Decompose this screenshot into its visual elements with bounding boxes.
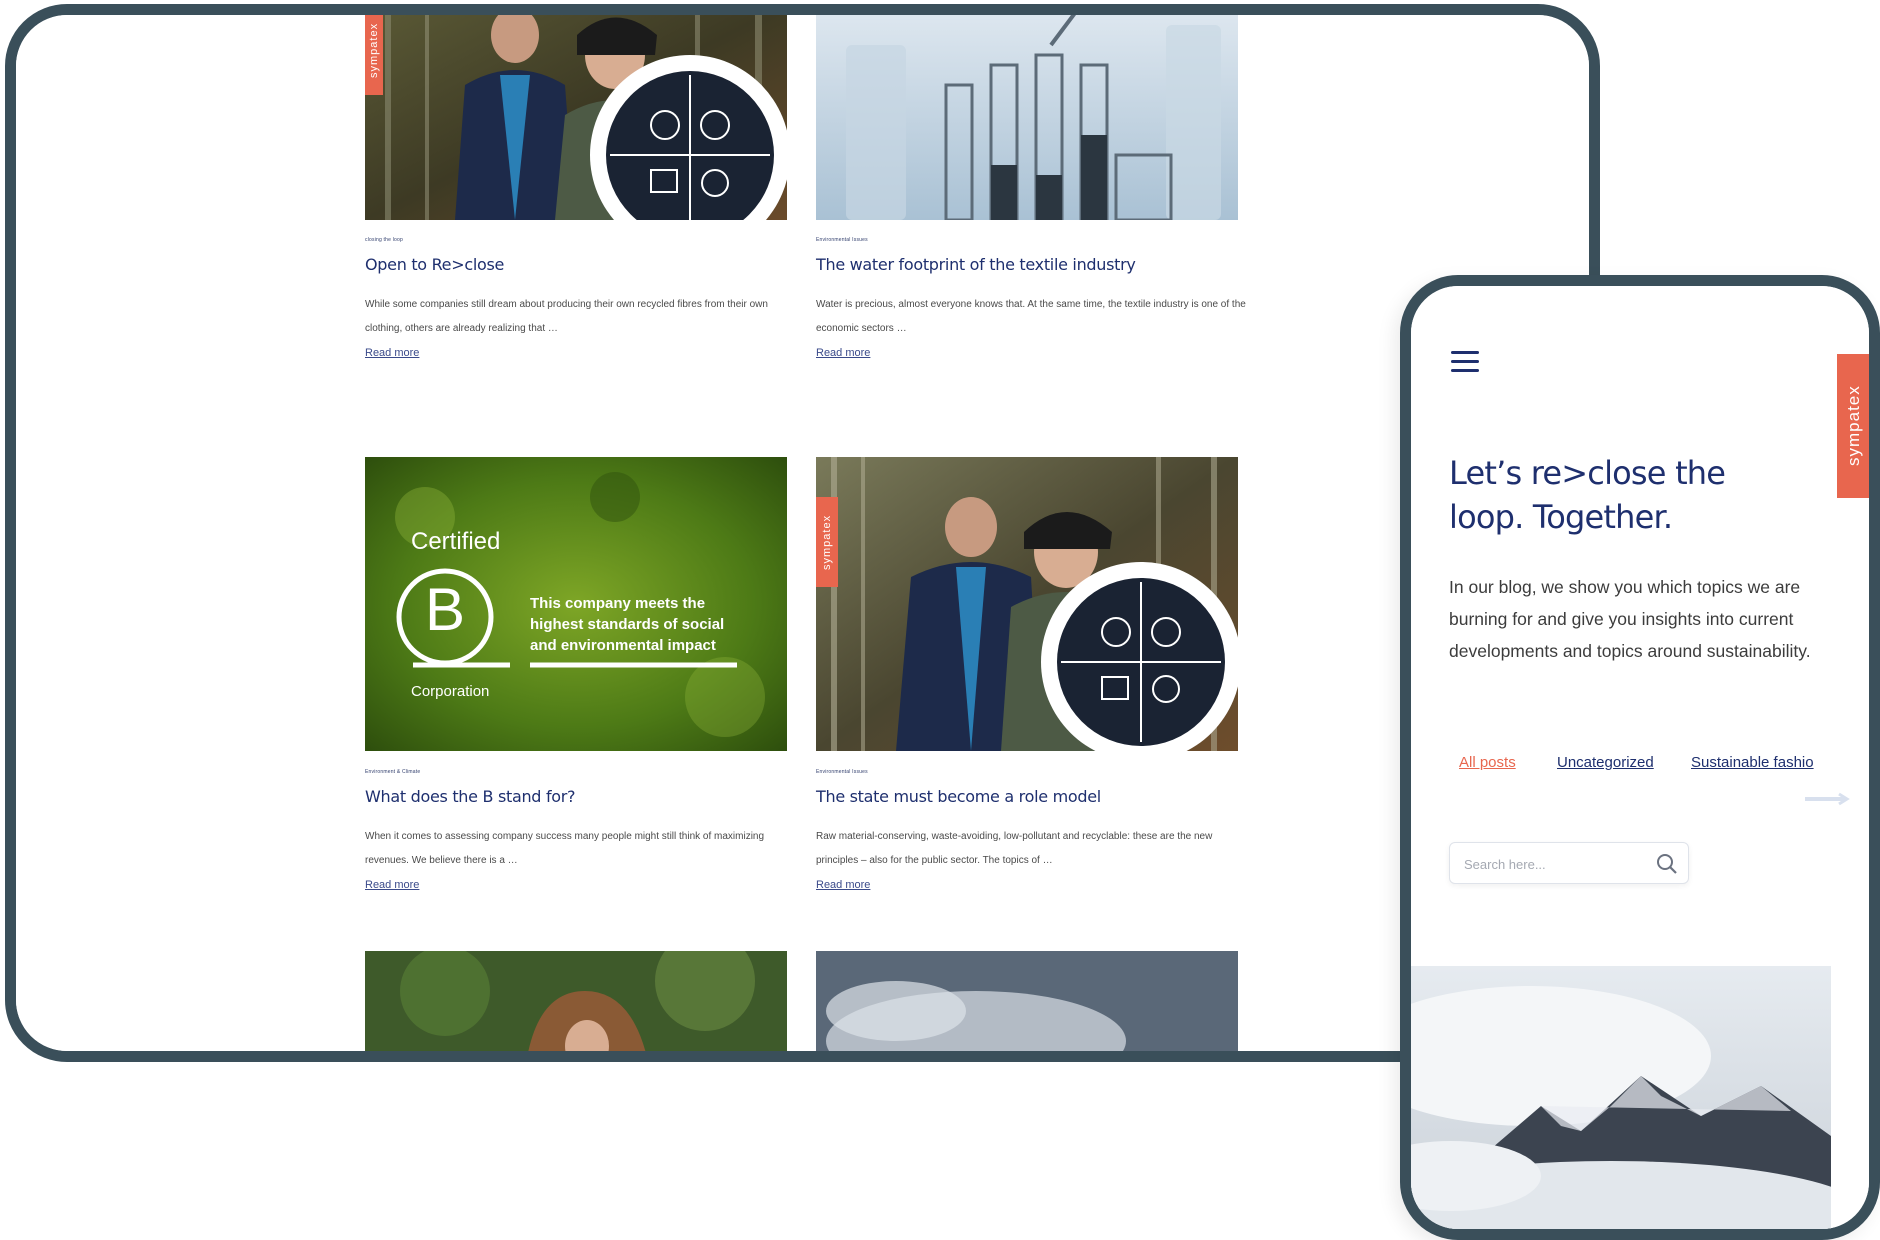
post-excerpt: When it comes to assessing company succe… (365, 831, 765, 866)
post-excerpt: While some companies still dream about p… (365, 299, 768, 334)
post-category: closing the loop (365, 237, 403, 243)
bcorp-certified-text: Certified (411, 528, 501, 555)
read-more-link[interactable]: Read more (816, 347, 870, 359)
hero-image-snowy-mountain[interactable] (1411, 966, 1831, 1229)
hamburger-menu-icon[interactable] (1451, 351, 1481, 375)
post-image-reclose[interactable] (365, 15, 787, 220)
post-category: Environmental Issues (816, 237, 868, 243)
bcorp-statement-line: and environmental impact (530, 637, 716, 654)
bcorp-letter: B (424, 576, 466, 643)
post-title[interactable]: Open to Re>close (365, 255, 504, 274)
brand-tab: sympatex (1837, 354, 1869, 498)
phone-frame: sympatex Let’s re>close the loop. Togeth… (1400, 275, 1880, 1240)
brand-tab: sympatex (365, 15, 383, 95)
post-excerpt: Water is precious, almost everyone knows… (816, 299, 1246, 334)
search-input[interactable] (1464, 853, 1644, 875)
hero-title: Let’s re>close the loop. Together. (1449, 454, 1726, 536)
post-title[interactable]: The water footprint of the textile indus… (816, 255, 1136, 274)
filter-all-posts[interactable]: All posts (1459, 754, 1516, 771)
post-image-reclose-2[interactable] (816, 457, 1238, 751)
search-icon[interactable] (1656, 853, 1678, 875)
post-title[interactable]: The state must become a role model (816, 787, 1101, 806)
read-more-link[interactable]: Read more (365, 347, 419, 359)
search-field[interactable] (1449, 842, 1689, 884)
bcorp-corporation-text: Corporation (411, 683, 490, 700)
read-more-link[interactable]: Read more (365, 879, 419, 891)
post-image-test-tubes[interactable] (816, 15, 1238, 220)
tablet-frame: sympatex closing the loop Open to Re>clo… (5, 4, 1600, 1062)
bcorp-statement-line: highest standards of social (530, 616, 725, 633)
post-category: Environmental Issues (816, 769, 868, 775)
post-title[interactable]: What does the B stand for? (365, 787, 576, 806)
filter-sustainable-fashion[interactable]: Sustainable fashio (1691, 754, 1814, 771)
hero-description: In our blog, we show you which topics we… (1449, 577, 1811, 661)
scroll-right-arrow-icon[interactable] (1803, 792, 1853, 806)
read-more-link[interactable]: Read more (816, 879, 870, 891)
post-category: Environment & Climate (365, 769, 421, 775)
post-image-mountain-clouds[interactable] (816, 951, 1238, 1051)
brand-tab: sympatex (816, 497, 838, 587)
bcorp-statement-line: This company meets the (530, 595, 706, 612)
blog-grid-screen: sympatex closing the loop Open to Re>clo… (16, 15, 1589, 1051)
blog-home-screen: sympatex Let’s re>close the loop. Togeth… (1411, 286, 1869, 1229)
post-excerpt: Raw material-conserving, waste-avoiding,… (816, 831, 1213, 866)
filter-uncategorized[interactable]: Uncategorized (1557, 754, 1654, 771)
post-image-hooded-person[interactable] (365, 951, 787, 1051)
bcorp-statement: This company meets the highest standards… (530, 593, 724, 656)
